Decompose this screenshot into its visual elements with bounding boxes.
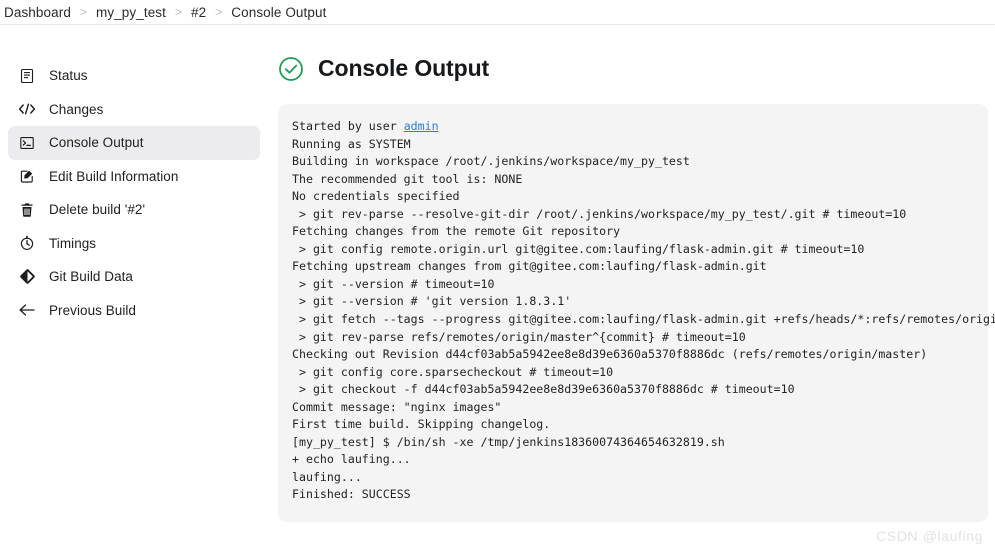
sidebar-item-git-build-data[interactable]: Git Build Data [8, 260, 260, 294]
console-log-line: > git config core.sparsecheckout # timeo… [292, 364, 614, 379]
sidebar-item-label: Console Output [49, 135, 144, 150]
breadcrumb-item-job[interactable]: my_py_test [96, 5, 166, 20]
main-content: Console Output Started by user admin Runn… [268, 25, 995, 552]
console-log-line: laufing... [292, 469, 362, 484]
console-log-text: Started by user admin Running as SYSTEM Bu… [292, 118, 995, 504]
console-log-line: First time build. Skipping changelog. [292, 417, 551, 432]
sidebar-item-delete-build[interactable]: Delete build '#2' [8, 193, 260, 227]
terminal-icon [18, 134, 36, 152]
sidebar-item-changes[interactable]: Changes [8, 93, 260, 127]
console-output-panel: Started by user admin Running as SYSTEM Bu… [278, 104, 995, 523]
console-log-line: No credentials specified [292, 189, 460, 204]
console-log-line: Started by user admin [292, 119, 439, 133]
console-log-line: The recommended git tool is: NONE [292, 171, 523, 186]
git-diamond-icon [18, 268, 36, 286]
sidebar-item-timings[interactable]: Timings [8, 227, 260, 261]
success-check-circle-icon [278, 56, 304, 82]
sidebar-item-previous-build[interactable]: Previous Build [8, 294, 260, 328]
console-log-line: > git fetch --tags --progress git@gitee.… [298, 312, 995, 327]
console-log-line: Commit message: "nginx images" [292, 399, 502, 414]
code-brackets-icon [18, 100, 36, 118]
console-log-line: > git rev-parse refs/remotes/origin/mast… [292, 329, 746, 344]
stopwatch-icon [18, 234, 36, 252]
breadcrumb: Dashboard > my_py_test > #2 > Console Ou… [0, 0, 995, 24]
console-log-line: > git --version # timeout=10 [292, 276, 495, 291]
page-body: Status Changes Console Output Edit Build… [0, 25, 995, 552]
console-log-line: > git checkout -f d44cf03ab5a5942ee8e8d3… [292, 382, 795, 397]
edit-pencil-square-icon [18, 167, 36, 185]
console-log-line: > git rev-parse --resolve-git-dir /root/… [292, 206, 907, 221]
sidebar-item-label: Status [49, 68, 88, 83]
sidebar-item-edit-build-information[interactable]: Edit Build Information [8, 160, 260, 194]
document-status-icon [18, 67, 36, 85]
sidebar-item-label: Git Build Data [49, 269, 133, 284]
console-log-line: Fetching upstream changes from git@gitee… [292, 259, 767, 274]
console-log-line: Fetching changes from the remote Git rep… [292, 224, 621, 239]
breadcrumb-separator: > [175, 5, 183, 19]
sidebar-item-console-output[interactable]: Console Output [8, 126, 260, 160]
sidebar-item-label: Previous Build [49, 302, 136, 318]
console-log-line: + echo laufing... [292, 452, 411, 467]
page-header: Console Output [278, 55, 995, 82]
console-log-line: Running as SYSTEM [292, 136, 411, 151]
watermark: CSDN @laufing [876, 528, 983, 544]
sidebar: Status Changes Console Output Edit Build… [0, 25, 268, 552]
arrow-left-icon [18, 301, 36, 319]
breadcrumb-separator: > [79, 5, 87, 19]
console-user-link[interactable]: admin [404, 119, 439, 133]
breadcrumb-item-console-output[interactable]: Console Output [231, 5, 326, 20]
sidebar-item-label: Delete build '#2' [49, 202, 146, 217]
breadcrumb-item-build[interactable]: #2 [191, 5, 206, 20]
page-title: Console Output [318, 55, 490, 81]
sidebar-item-status[interactable]: Status [8, 59, 260, 93]
sidebar-item-label: Changes [49, 101, 104, 117]
sidebar-item-label: Edit Build Information [49, 168, 179, 184]
console-log-line: Finished: SUCCESS [292, 487, 411, 502]
trash-can-icon [18, 201, 36, 219]
console-log-line: Checking out Revision d44cf03ab5a5942ee8… [292, 347, 928, 362]
breadcrumb-separator: > [215, 5, 223, 19]
sidebar-item-label: Timings [49, 235, 97, 251]
console-log-line: > git config remote.origin.url git@gitee… [292, 241, 865, 256]
console-log-line: > git --version # 'git version 1.8.3.1' [292, 294, 572, 309]
breadcrumb-item-dashboard[interactable]: Dashboard [4, 5, 71, 20]
console-log-line: Building in workspace /root/.jenkins/wor… [292, 154, 690, 169]
console-log-line: [my_py_test] $ /bin/sh -xe /tmp/jenkins1… [292, 434, 725, 449]
